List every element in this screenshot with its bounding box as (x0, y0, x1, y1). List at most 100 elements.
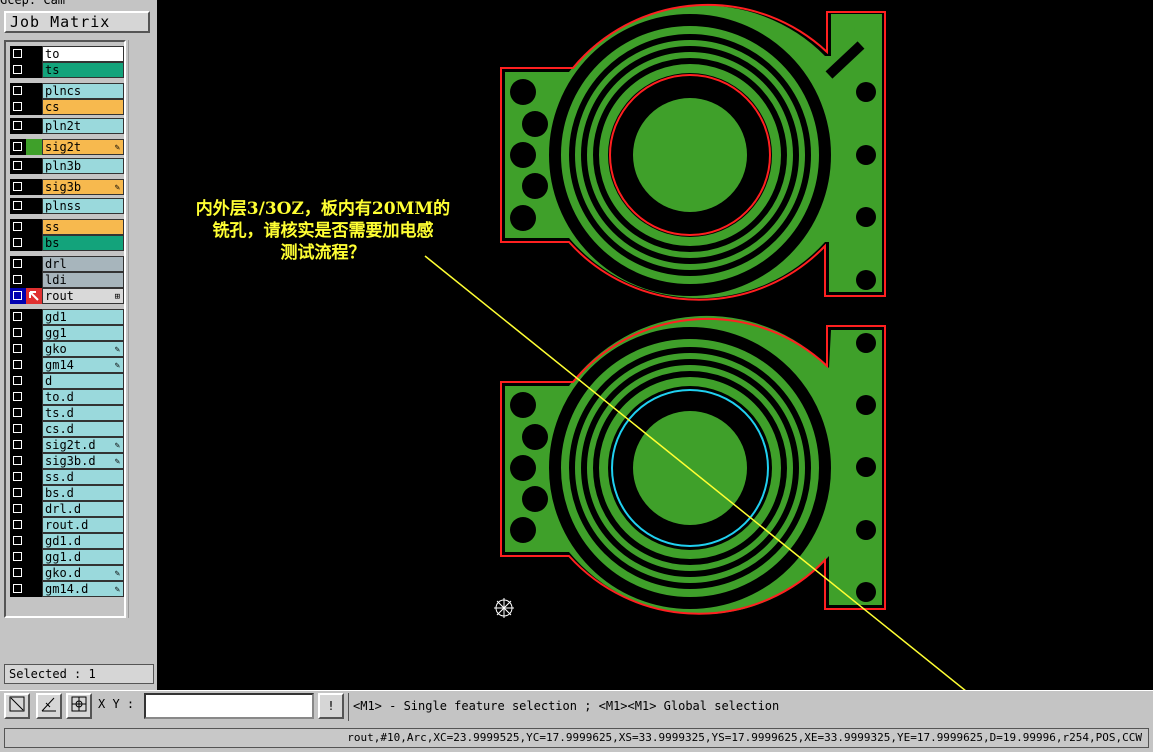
affected-toggle[interactable] (26, 62, 42, 78)
layer-row-rout[interactable]: rout ⊞ (8, 288, 126, 304)
layer-name[interactable]: d (42, 373, 124, 389)
layer-row-plncs[interactable]: plncs (8, 83, 126, 99)
layer-checkbox[interactable] (10, 272, 26, 288)
affected-toggle[interactable] (26, 99, 42, 115)
affected-toggle[interactable] (26, 469, 42, 485)
layer-row-sig2t[interactable]: sig2t ✎ (8, 139, 126, 155)
layer-checkbox[interactable] (10, 549, 26, 565)
affected-toggle[interactable] (26, 179, 42, 195)
layer-name[interactable]: bs (42, 235, 124, 251)
affected-toggle[interactable] (26, 118, 42, 134)
affected-toggle[interactable] (26, 581, 42, 597)
affected-toggle[interactable] (26, 485, 42, 501)
layer-checkbox[interactable] (10, 46, 26, 62)
layer-checkbox[interactable] (10, 501, 26, 517)
layer-name[interactable]: ss.d (42, 469, 124, 485)
layer-name[interactable]: sig2t ✎ (42, 139, 124, 155)
layer-checkbox[interactable] (10, 437, 26, 453)
affected-toggle[interactable] (26, 139, 42, 155)
affected-toggle[interactable] (26, 565, 42, 581)
xy-input[interactable] (144, 693, 314, 719)
affected-toggle[interactable] (26, 219, 42, 235)
layer-row-sig2t-d[interactable]: sig2t.d ✎ (8, 437, 126, 453)
layer-name[interactable]: gko.d ✎ (42, 565, 124, 581)
layer-name[interactable]: gm14 ✎ (42, 357, 124, 373)
layer-name[interactable]: gd1.d (42, 533, 124, 549)
layer-row-drl-d[interactable]: drl.d (8, 501, 126, 517)
layer-checkbox[interactable] (10, 533, 26, 549)
layer-checkbox[interactable] (10, 62, 26, 78)
affected-toggle[interactable] (26, 272, 42, 288)
layer-checkbox[interactable] (10, 219, 26, 235)
layer-name[interactable]: rout ⊞ (42, 288, 124, 304)
layer-checkbox[interactable] (10, 357, 26, 373)
layer-row-ss[interactable]: ss (8, 219, 126, 235)
layer-row-cs-d[interactable]: cs.d (8, 421, 126, 437)
layer-checkbox[interactable] (10, 373, 26, 389)
layer-name[interactable]: gd1 (42, 309, 124, 325)
layer-name[interactable]: bs.d (42, 485, 124, 501)
layer-name[interactable]: to (42, 46, 124, 62)
layer-row-gg1-d[interactable]: gg1.d (8, 549, 126, 565)
affected-toggle[interactable] (26, 453, 42, 469)
affected-toggle[interactable] (26, 437, 42, 453)
layer-row-gm14[interactable]: gm14 ✎ (8, 357, 126, 373)
affected-toggle[interactable] (26, 235, 42, 251)
layer-checkbox[interactable] (10, 405, 26, 421)
layer-row-sig3b[interactable]: sig3b ✎ (8, 179, 126, 195)
layer-name[interactable]: gm14.d ✎ (42, 581, 124, 597)
affected-toggle[interactable] (26, 46, 42, 62)
pcb-view[interactable] (157, 0, 1153, 729)
layer-checkbox[interactable] (10, 453, 26, 469)
layer-name[interactable]: plnss (42, 198, 124, 214)
layer-name[interactable]: to.d (42, 389, 124, 405)
layer-row-to-d[interactable]: to.d (8, 389, 126, 405)
layer-row-rout-d[interactable]: rout.d (8, 517, 126, 533)
affected-toggle[interactable] (26, 198, 42, 214)
affected-toggle[interactable] (26, 421, 42, 437)
layer-name[interactable]: plncs (42, 83, 124, 99)
layer-checkbox[interactable] (10, 389, 26, 405)
layer-row-sig3b-d[interactable]: sig3b.d ✎ (8, 453, 126, 469)
layer-name[interactable]: sig2t.d ✎ (42, 437, 124, 453)
layer-name[interactable]: pln2t (42, 118, 124, 134)
layer-row-ss-d[interactable]: ss.d (8, 469, 126, 485)
affected-toggle[interactable] (26, 158, 42, 174)
affected-toggle[interactable] (26, 325, 42, 341)
affected-toggle[interactable] (26, 309, 42, 325)
layer-row-d[interactable]: d (8, 373, 126, 389)
layer-row-gd1-d[interactable]: gd1.d (8, 533, 126, 549)
layer-name[interactable]: drl (42, 256, 124, 272)
layer-name[interactable]: pln3b (42, 158, 124, 174)
layer-checkbox[interactable] (10, 158, 26, 174)
layer-name[interactable]: drl.d (42, 501, 124, 517)
work-layer-arrow-icon[interactable] (26, 288, 42, 304)
layer-row-ldi[interactable]: ldi (8, 272, 126, 288)
affected-toggle[interactable] (26, 83, 42, 99)
layer-checkbox[interactable] (10, 99, 26, 115)
layer-row-cs[interactable]: cs (8, 99, 126, 115)
layer-row-gko[interactable]: gko ✎ (8, 341, 126, 357)
layer-name[interactable]: cs.d (42, 421, 124, 437)
layer-row-ts-d[interactable]: ts.d (8, 405, 126, 421)
affected-toggle[interactable] (26, 549, 42, 565)
layer-name[interactable]: gg1 (42, 325, 124, 341)
measure-icon[interactable] (36, 693, 62, 719)
layer-checkbox[interactable] (10, 309, 26, 325)
layer-row-gg1[interactable]: gg1 (8, 325, 126, 341)
layer-checkbox[interactable] (10, 198, 26, 214)
grid-snap-icon[interactable] (66, 693, 92, 719)
layer-checkbox[interactable] (10, 179, 26, 195)
layer-row-gd1[interactable]: gd1 (8, 309, 126, 325)
exclamation-icon[interactable]: ! (318, 693, 344, 719)
layer-name[interactable]: sig3b.d ✎ (42, 453, 124, 469)
layer-checkbox[interactable] (10, 118, 26, 134)
layer-checkbox[interactable] (10, 235, 26, 251)
layer-row-gko-d[interactable]: gko.d ✎ (8, 565, 126, 581)
layer-name[interactable]: rout.d (42, 517, 124, 533)
layer-row-drl[interactable]: drl (8, 256, 126, 272)
layer-checkbox[interactable] (10, 581, 26, 597)
layer-name[interactable]: gko ✎ (42, 341, 124, 357)
layer-list-scrollbar[interactable] (128, 40, 155, 618)
layer-name[interactable]: ts (42, 62, 124, 78)
